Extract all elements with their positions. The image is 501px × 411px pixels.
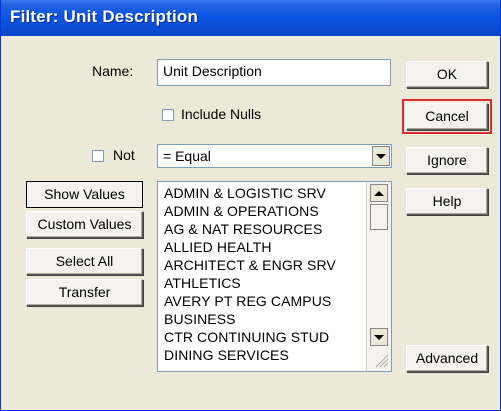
transfer-button[interactable]: Transfer <box>26 279 143 306</box>
operator-selected-value: = Equal <box>163 148 211 164</box>
list-item[interactable]: AVERY PT REG CAMPUS <box>158 292 364 310</box>
filter-dialog: Filter: Unit Description Name: Unit Desc… <box>0 0 501 411</box>
ignore-button[interactable]: Ignore <box>406 147 488 174</box>
include-nulls-checkbox[interactable] <box>162 109 174 121</box>
scroll-up-icon[interactable] <box>370 184 388 202</box>
list-item[interactable]: ATHLETICS <box>158 274 364 292</box>
operator-select[interactable]: = Equal <box>157 144 392 168</box>
list-item[interactable]: ARCHITECT & ENGR SRV <box>158 256 364 274</box>
scroll-down-icon[interactable] <box>370 328 388 346</box>
name-label: Name: <box>92 63 134 79</box>
values-list-scrollbar[interactable] <box>366 182 391 371</box>
name-input[interactable]: Unit Description <box>157 59 391 86</box>
list-item[interactable]: AG & NAT RESOURCES <box>158 220 364 238</box>
list-item[interactable]: ADMIN & OPERATIONS <box>158 202 364 220</box>
not-checkbox[interactable] <box>92 150 104 162</box>
window-title: Filter: Unit Description <box>10 7 199 26</box>
dropdown-arrow-icon[interactable] <box>372 146 390 166</box>
list-item[interactable]: ADMIN & LOGISTIC SRV <box>158 184 364 202</box>
list-item[interactable]: ALLIED HEALTH <box>158 238 364 256</box>
ok-button[interactable]: OK <box>406 61 488 88</box>
list-item[interactable]: DINING SERVICES <box>158 346 364 364</box>
list-item[interactable]: BUSINESS <box>158 310 364 328</box>
include-nulls-label: Include Nulls <box>181 106 262 122</box>
select-all-button[interactable]: Select All <box>26 248 143 275</box>
custom-values-button[interactable]: Custom Values <box>26 211 143 238</box>
cancel-button[interactable]: Cancel <box>402 99 492 134</box>
show-values-button[interactable]: Show Values <box>26 181 143 208</box>
resize-grip-icon[interactable] <box>373 352 389 368</box>
scroll-thumb[interactable] <box>370 204 388 230</box>
advanced-button[interactable]: Advanced <box>406 345 488 372</box>
help-button[interactable]: Help <box>406 188 488 215</box>
list-item[interactable]: CTR CONTINUING STUD <box>158 328 364 346</box>
title-bar[interactable]: Filter: Unit Description <box>1 0 500 36</box>
values-list[interactable]: ADMIN & LOGISTIC SRV ADMIN & OPERATIONS … <box>157 181 392 372</box>
not-label: Not <box>113 147 135 163</box>
